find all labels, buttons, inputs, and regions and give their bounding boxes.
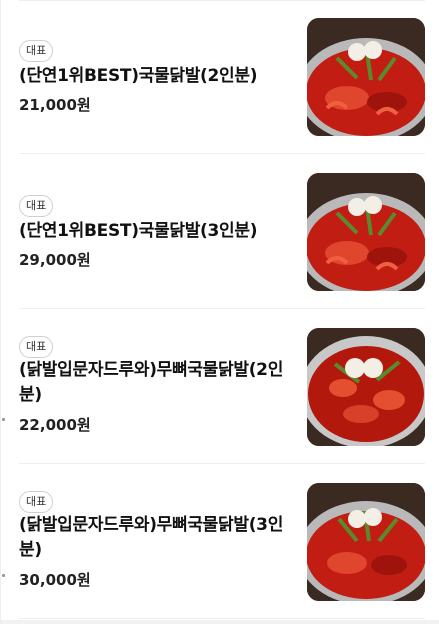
menu-item-2[interactable]: 대표 (단연1위BEST)국물닭발(3인분) 29,000원 bbox=[19, 155, 425, 309]
boneless-chicken-feet-dish-image bbox=[307, 483, 425, 601]
menu-item-photo[interactable] bbox=[307, 18, 425, 136]
menu-item-name: (닭발입문자드루와)무뼈국물닭발(2인분) bbox=[19, 360, 284, 405]
edge-mark bbox=[2, 418, 5, 421]
chicken-feet-dish-image bbox=[307, 18, 425, 136]
menu-item-price: 21,000원 bbox=[19, 96, 91, 114]
menu-item-4[interactable]: 대표 (닭발입문자드루와)무뼈국물닭발(3인분) 30,000원 bbox=[19, 465, 425, 619]
signature-badge: 대표 bbox=[19, 40, 54, 62]
menu-item-photo[interactable] bbox=[307, 173, 425, 291]
chicken-feet-dish-image bbox=[307, 173, 425, 291]
signature-badge: 대표 bbox=[19, 336, 54, 358]
menu-item-name: (닭발입문자드루와)무뼈국물닭발(3인분) bbox=[19, 515, 284, 560]
menu-item-photo[interactable] bbox=[307, 328, 425, 446]
menu-item-price: 30,000원 bbox=[19, 571, 91, 589]
menu-item-3[interactable]: 대표 (닭발입문자드루와)무뼈국물닭발(2인분) 22,000원 bbox=[19, 310, 425, 464]
signature-badge: 대표 bbox=[19, 195, 54, 217]
menu-item-1[interactable]: 대표 (단연1위BEST)국물닭발(2인분) 21,000원 bbox=[19, 0, 425, 154]
edge-mark bbox=[2, 574, 5, 577]
menu-item-name: (단연1위BEST)국물닭발(2인분) bbox=[19, 66, 258, 86]
menu-item-price: 29,000원 bbox=[19, 251, 91, 269]
menu-item-name: (단연1위BEST)국물닭발(3인분) bbox=[19, 221, 258, 241]
menu-item-photo[interactable] bbox=[307, 483, 425, 601]
menu-list: 대표 (단연1위BEST)국물닭발(2인분) 21,000원 대표 (단연1위B… bbox=[0, 0, 439, 624]
signature-badge: 대표 bbox=[19, 491, 54, 513]
bottom-divider bbox=[1, 620, 439, 624]
boneless-chicken-feet-dish-image bbox=[307, 328, 425, 446]
menu-item-price: 22,000원 bbox=[19, 416, 91, 434]
